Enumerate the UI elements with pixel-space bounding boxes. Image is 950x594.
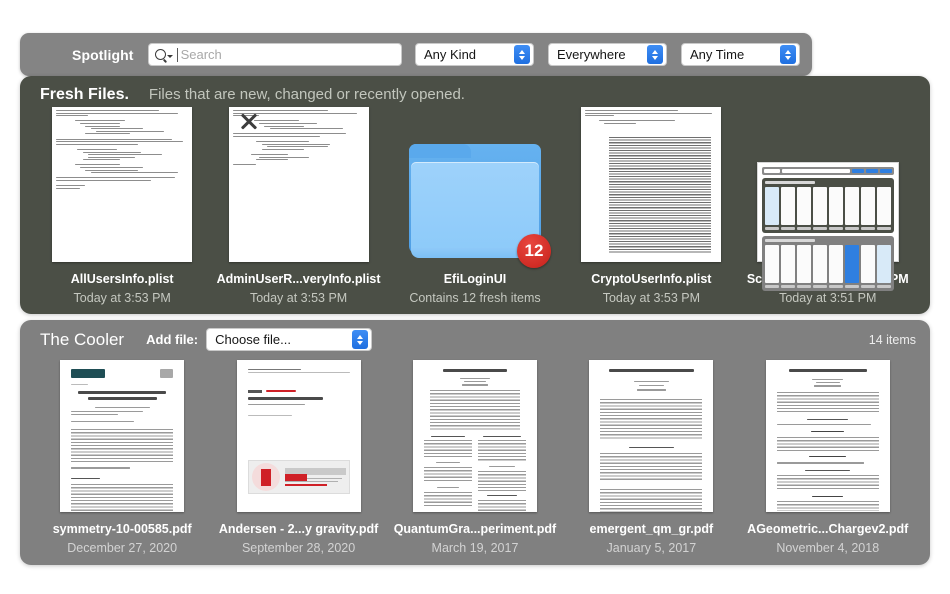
file-meta: Today at 3:51 PM <box>779 291 877 305</box>
file-meta: Contains 12 fresh items <box>409 291 541 305</box>
fresh-files-subtitle: Files that are new, changed or recently … <box>148 86 465 103</box>
list-item[interactable]: emergent_qm_gr.pdf January 5, 2017 <box>567 357 735 555</box>
choose-file-select[interactable]: Choose file... <box>206 328 373 351</box>
file-thumbnail[interactable] <box>52 107 193 262</box>
code-lines <box>232 110 365 259</box>
search-icon[interactable] <box>154 49 173 60</box>
file-thumbnail[interactable] <box>412 357 537 512</box>
pdf-preview <box>60 360 185 512</box>
file-meta: January 5, 2017 <box>606 541 697 555</box>
scope-filter-label: Everywhere <box>557 47 626 62</box>
advertisement-block <box>247 460 350 494</box>
list-item[interactable]: AdminUserR...veryInfo.plist Today at 3:5… <box>215 107 383 305</box>
file-name: EfiLoginUI <box>443 272 507 286</box>
list-item[interactable]: QuantumGra...periment.pdf March 19, 2017 <box>391 357 559 555</box>
pdf-preview <box>412 360 537 512</box>
file-name: CryptoUserInfo.plist <box>591 272 712 286</box>
kind-filter[interactable]: Any Kind <box>415 43 534 66</box>
choose-file-value: Choose file... <box>215 332 291 347</box>
fresh-item-count-badge: 12 <box>516 234 551 268</box>
spotlight-search-bar: Spotlight Search Any Kind Everywhere Any… <box>20 33 812 76</box>
plist-document-preview <box>52 107 193 262</box>
file-meta: Today at 3:53 PM <box>73 291 171 305</box>
code-lines <box>56 110 188 259</box>
cooler-panel: The Cooler Add file: Choose file... 14 i… <box>20 320 930 565</box>
cooler-header: The Cooler Add file: Choose file... 14 i… <box>20 320 930 351</box>
list-item[interactable]: AGeometric...Chargev2.pdf November 4, 20… <box>744 357 912 555</box>
file-meta: September 28, 2020 <box>241 541 356 555</box>
plist-document-preview <box>581 107 722 262</box>
plist-document-preview <box>228 107 369 262</box>
list-item[interactable]: Screen Shot...at 3.49.17 PM Today at 3:5… <box>744 110 912 305</box>
file-thumbnail[interactable] <box>581 107 722 262</box>
file-name: QuantumGra...periment.pdf <box>393 522 557 536</box>
search-placeholder: Search <box>180 47 222 62</box>
pdf-preview <box>589 360 714 512</box>
magnifier-glyph <box>154 49 166 60</box>
chevron-down-icon <box>166 54 173 58</box>
scope-filter-stepper-icon[interactable] <box>647 45 663 64</box>
file-name: emergent_qm_gr.pdf <box>589 522 714 536</box>
file-thumbnail[interactable]: 12 <box>408 110 551 268</box>
file-thumbnail[interactable] <box>756 110 899 291</box>
journal-logo <box>71 369 106 378</box>
choose-file-stepper-icon[interactable] <box>352 330 369 349</box>
fresh-files-title: Fresh Files. <box>40 86 129 103</box>
fresh-files-grid: AllUsersInfo.plist Today at 3:53 PM Admi… <box>20 104 930 305</box>
list-item[interactable]: AllUsersInfo.plist Today at 3:53 PM <box>38 107 206 305</box>
add-file-label: Add file: <box>146 332 199 347</box>
journal-accent <box>265 389 296 393</box>
screenshot-preview <box>756 162 899 291</box>
file-thumbnail[interactable] <box>236 357 361 512</box>
scope-filter[interactable]: Everywhere <box>548 43 667 66</box>
file-thumbnail[interactable] <box>60 357 185 512</box>
kind-filter-label: Any Kind <box>424 47 477 62</box>
cooler-item-count: 14 items <box>868 332 916 347</box>
cooler-grid: symmetry-10-00585.pdf December 27, 2020 <box>20 351 930 555</box>
kind-filter-stepper-icon[interactable] <box>514 45 530 64</box>
file-name: symmetry-10-00585.pdf <box>52 522 192 536</box>
spotlight-app-window: Spotlight Search Any Kind Everywhere Any… <box>0 0 950 594</box>
list-item[interactable]: Andersen - 2...y gravity.pdf September 2… <box>215 357 383 555</box>
search-filters: Any Kind Everywhere Any Time <box>415 43 800 66</box>
file-meta: Today at 3:53 PM <box>249 291 348 305</box>
file-thumbnail[interactable] <box>589 357 714 512</box>
file-meta: November 4, 2018 <box>776 541 880 555</box>
fresh-files-header: Fresh Files. Files that are new, changed… <box>20 76 930 104</box>
dense-text-block <box>609 137 712 254</box>
file-meta: Today at 3:53 PM <box>602 291 700 305</box>
file-thumbnail[interactable] <box>228 107 369 262</box>
fresh-files-panel: Fresh Files. Files that are new, changed… <box>20 76 930 314</box>
file-meta: March 19, 2017 <box>431 541 519 555</box>
file-name: AdminUserR...veryInfo.plist <box>216 272 381 286</box>
folder-icon: 12 <box>408 144 551 268</box>
search-input[interactable]: Search <box>147 43 402 66</box>
file-name: AllUsersInfo.plist <box>70 272 174 286</box>
pdf-preview <box>236 360 361 512</box>
cooler-title: The Cooler <box>40 329 125 349</box>
time-filter-stepper-icon[interactable] <box>780 45 796 64</box>
text-caret <box>176 47 178 62</box>
file-thumbnail[interactable] <box>765 357 890 512</box>
list-item[interactable]: 12 EfiLoginUI Contains 12 fresh items <box>391 110 559 305</box>
pdf-preview <box>765 360 890 512</box>
file-meta: December 27, 2020 <box>67 541 178 555</box>
time-filter-label: Any Time <box>690 47 745 62</box>
spotlight-label: Spotlight <box>72 46 134 63</box>
list-item[interactable]: CryptoUserInfo.plist Today at 3:53 PM <box>567 107 735 305</box>
list-item[interactable]: symmetry-10-00585.pdf December 27, 2020 <box>38 357 206 555</box>
file-name: AGeometric...Chargev2.pdf <box>747 522 909 536</box>
time-filter[interactable]: Any Time <box>681 43 800 66</box>
file-name: Andersen - 2...y gravity.pdf <box>218 522 379 536</box>
